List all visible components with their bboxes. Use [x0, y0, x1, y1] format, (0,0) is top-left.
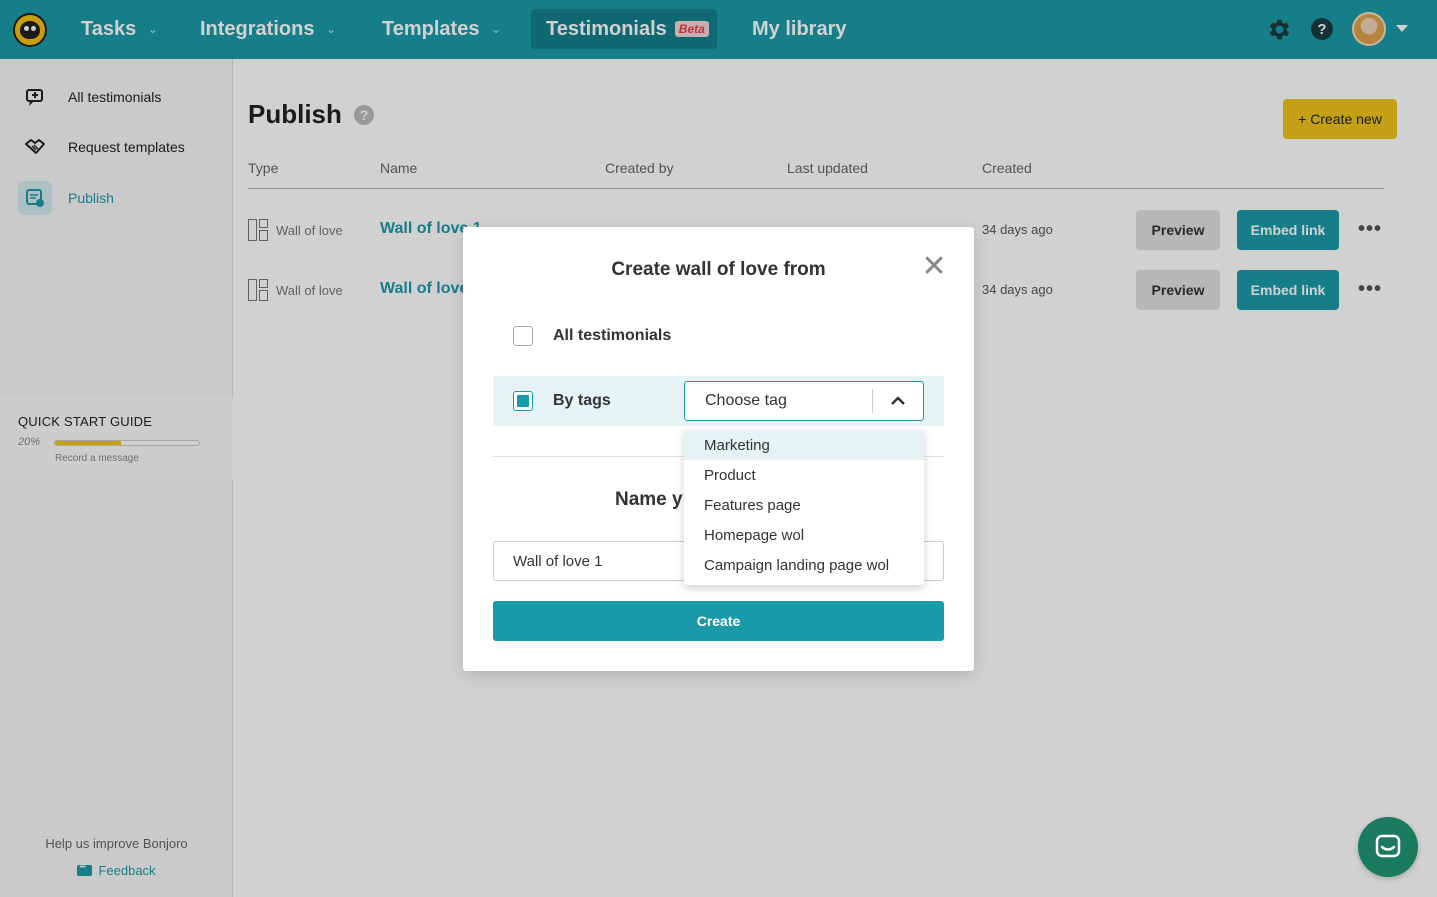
close-icon[interactable]: ✕: [921, 252, 946, 282]
tag-select-value: Choose tag: [705, 392, 787, 409]
chat-launcher-button[interactable]: [1358, 817, 1418, 877]
name-heading: Name y: [615, 489, 683, 510]
choose-tag-select[interactable]: Choose tag: [684, 381, 924, 421]
by-tags-checkbox[interactable]: [513, 391, 533, 411]
dropdown-option[interactable]: Campaign landing page wol: [684, 550, 924, 580]
option-label: All testimonials: [553, 327, 672, 344]
chat-icon: [1375, 834, 1401, 858]
option-all-testimonials[interactable]: All testimonials: [493, 311, 944, 361]
modal-title: Create wall of love from: [611, 259, 826, 280]
dropdown-option[interactable]: Marketing: [684, 430, 924, 460]
all-testimonials-checkbox[interactable]: [513, 326, 533, 346]
create-button[interactable]: Create: [493, 601, 944, 641]
chevron-up-icon[interactable]: [873, 382, 923, 420]
option-label: By tags: [553, 392, 611, 409]
dropdown-option[interactable]: Product: [684, 460, 924, 490]
dropdown-option[interactable]: Homepage wol: [684, 520, 924, 550]
tag-dropdown-menu: Marketing Product Features page Homepage…: [684, 430, 924, 585]
dropdown-option[interactable]: Features page: [684, 490, 924, 520]
